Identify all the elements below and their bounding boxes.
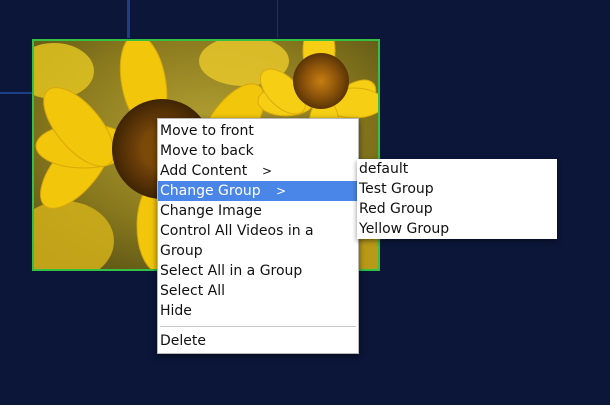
menu-item-change-image[interactable]: Change Image xyxy=(158,201,358,221)
workspace-canvas[interactable]: Move to front Move to back Add Content >… xyxy=(0,0,610,405)
menu-item-hide[interactable]: Hide xyxy=(158,301,358,321)
menu-item-label: Delete xyxy=(160,333,206,349)
guide-line xyxy=(277,0,278,38)
menu-item-label: Move to front xyxy=(160,123,254,139)
guide-line xyxy=(127,0,130,38)
menu-item-move-to-front[interactable]: Move to front xyxy=(158,121,358,141)
change-group-submenu[interactable]: default Test Group Red Group Yellow Grou… xyxy=(357,159,557,239)
menu-item-label: Change Image xyxy=(160,203,262,219)
submenu-item-label: Red Group xyxy=(359,201,433,217)
menu-item-label: Select All in a Group xyxy=(160,263,303,279)
menu-item-label: Add Content xyxy=(160,163,248,179)
submenu-item-label: Test Group xyxy=(359,181,434,197)
submenu-item-yellow-group[interactable]: Yellow Group xyxy=(357,219,557,239)
guide-line xyxy=(0,92,33,94)
chevron-right-icon: > xyxy=(262,164,273,178)
menu-item-select-all-in-group[interactable]: Select All in a Group xyxy=(158,261,358,281)
menu-separator xyxy=(160,326,356,327)
menu-item-label: Move to back xyxy=(160,143,254,159)
menu-item-change-group[interactable]: Change Group > xyxy=(158,181,358,201)
menu-item-label: Hide xyxy=(160,303,192,319)
menu-item-delete[interactable]: Delete xyxy=(158,331,358,351)
submenu-item-default[interactable]: default xyxy=(357,159,557,179)
context-menu[interactable]: Move to front Move to back Add Content >… xyxy=(157,118,359,354)
submenu-item-red-group[interactable]: Red Group xyxy=(357,199,557,219)
menu-item-control-all-videos[interactable]: Control All Videos in a Group xyxy=(158,221,358,261)
menu-item-add-content[interactable]: Add Content > xyxy=(158,161,358,181)
menu-item-move-to-back[interactable]: Move to back xyxy=(158,141,358,161)
menu-item-select-all[interactable]: Select All xyxy=(158,281,358,301)
submenu-item-label: Yellow Group xyxy=(359,221,450,237)
menu-item-label: Select All xyxy=(160,283,225,299)
submenu-item-label: default xyxy=(359,161,409,177)
chevron-right-icon: > xyxy=(276,184,287,198)
menu-item-label: Change Group xyxy=(160,183,261,199)
submenu-item-test-group[interactable]: Test Group xyxy=(357,179,557,199)
menu-item-label: Control All Videos in a Group xyxy=(160,223,314,259)
